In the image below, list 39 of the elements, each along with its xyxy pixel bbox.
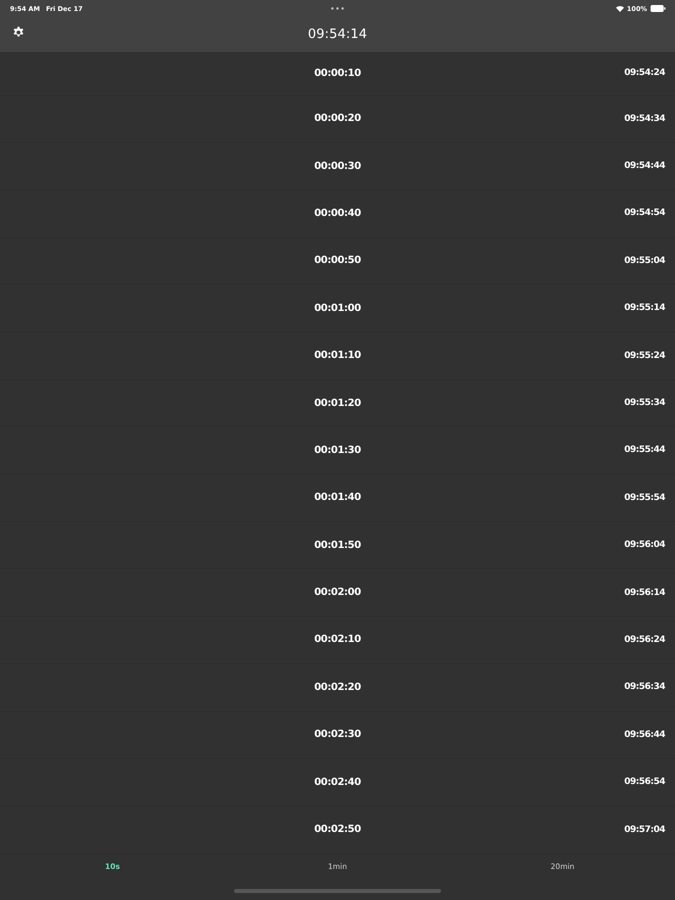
- elapsed-time: 00:02:20: [314, 682, 361, 693]
- multitasking-dots-icon[interactable]: [331, 7, 344, 10]
- settings-icon[interactable]: [12, 26, 25, 39]
- clock-time: 09:55:24: [624, 350, 665, 361]
- clock-time: 09:56:44: [624, 730, 665, 740]
- elapsed-time: 00:01:20: [314, 398, 361, 409]
- clock-time: 09:56:54: [624, 777, 665, 788]
- clock-time: 09:56:24: [624, 634, 665, 645]
- elapsed-time: 00:01:30: [314, 444, 361, 456]
- clock-time: 09:56:14: [624, 588, 665, 598]
- elapsed-time: 00:00:50: [314, 255, 361, 266]
- clock-time: 09:54:54: [624, 208, 665, 218]
- elapsed-time: 00:02:50: [314, 824, 361, 836]
- clock-time: 09:54:24: [624, 68, 665, 78]
- elapsed-time: 00:00:10: [314, 68, 361, 79]
- elapsed-time: 00:00:30: [314, 160, 361, 172]
- current-time-title: 09:54:14: [308, 27, 368, 42]
- wifi-icon: [616, 6, 624, 12]
- clock-time: 09:54:34: [624, 114, 665, 124]
- elapsed-time: 00:01:00: [314, 302, 361, 314]
- clock-time: 09:56:34: [624, 682, 665, 692]
- clock-time: 09:56:04: [624, 540, 665, 550]
- elapsed-time: 00:01:10: [314, 350, 361, 362]
- clock-time: 09:54:44: [624, 161, 665, 172]
- battery-icon: [650, 5, 666, 12]
- elapsed-time: 00:00:40: [314, 208, 361, 219]
- clock-time: 09:55:34: [624, 398, 665, 408]
- elapsed-time: 00:02:40: [314, 776, 361, 788]
- elapsed-time: 00:01:50: [314, 540, 361, 551]
- elapsed-time: 00:02:30: [314, 729, 361, 740]
- elapsed-time: 00:01:40: [314, 492, 361, 504]
- elapsed-time: 00:00:20: [314, 113, 361, 124]
- clock-time: 09:55:54: [624, 492, 665, 503]
- clock-time: 09:57:04: [624, 824, 665, 835]
- clock-time: 09:55:04: [624, 256, 665, 266]
- elapsed-time: 00:02:00: [314, 587, 361, 598]
- elapsed-time: 00:02:10: [314, 634, 361, 646]
- clock-time: 09:55:44: [624, 445, 665, 456]
- clock-time: 09:55:14: [624, 303, 665, 314]
